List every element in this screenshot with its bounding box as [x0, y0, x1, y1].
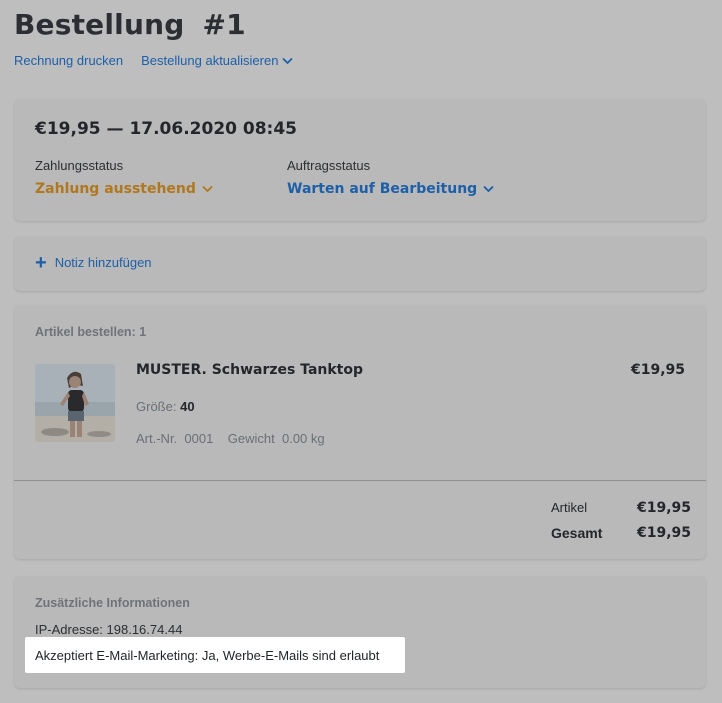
update-order-label: Bestellung aktualisieren	[141, 53, 279, 68]
product-size: Größe: 40	[136, 399, 195, 414]
marketing-consent: Akzeptiert E-Mail-Marketing: Ja, Werbe-E…	[35, 648, 380, 663]
order-summary-card: €19,95 — 17.06.2020 08:45 Zahlungsstatus…	[14, 99, 706, 221]
order-number: #1	[202, 8, 246, 41]
chevron-down-icon	[283, 57, 293, 64]
payment-status: Zahlungsstatus Zahlung ausstehend	[35, 158, 213, 197]
note-card: + Notiz hinzufügen	[14, 236, 706, 291]
total-row: Gesamt €19,95	[551, 525, 692, 541]
order-amount-date: €19,95 — 17.06.2020 08:45	[35, 119, 298, 139]
ip-address: IP-Adresse: 198.16.74.44	[35, 622, 183, 637]
chevron-down-icon	[483, 186, 494, 192]
payment-status-label: Zahlungsstatus	[35, 158, 124, 173]
subtotal-label: Artikel	[551, 500, 588, 515]
total-value: €19,95	[637, 525, 692, 541]
weight-label: Gewicht	[227, 431, 275, 446]
marketing-consent-highlight: Akzeptiert E-Mail-Marketing: Ja, Werbe-E…	[25, 637, 405, 673]
order-status-dropdown[interactable]: Warten auf Bearbeitung	[287, 181, 494, 197]
print-invoice-label: Rechnung drucken	[14, 53, 124, 68]
chevron-down-icon	[202, 186, 213, 192]
divider	[14, 480, 706, 481]
product-name: MUSTER. Schwarzes Tanktop	[136, 362, 364, 378]
subtotal-row: Artikel €19,95	[551, 500, 692, 516]
add-note-button[interactable]: + Notiz hinzufügen	[35, 251, 152, 274]
product-price: €19,95	[630, 362, 685, 378]
items-count-header: Artikel bestellen: 1	[35, 325, 147, 339]
payment-status-dropdown[interactable]: Zahlung ausstehend	[35, 181, 213, 197]
product-thumbnail	[35, 364, 115, 442]
update-order-dropdown[interactable]: Bestellung aktualisieren	[141, 53, 293, 68]
total-label: Gesamt	[551, 525, 603, 541]
payment-status-value: Zahlung ausstehend	[35, 181, 196, 197]
sku-label: Art.-Nr.	[136, 431, 178, 446]
product-meta: Art.-Nr. 0001 Gewicht 0.00 kg	[136, 431, 325, 446]
plus-icon: +	[35, 251, 47, 274]
order-status-label: Auftragsstatus	[287, 158, 371, 173]
order-status: Auftragsstatus Warten auf Bearbeitung	[287, 158, 494, 197]
page-title: Bestellung #1	[14, 8, 246, 41]
weight-value: 0.00 kg	[281, 431, 325, 446]
product-size-label: Größe:	[136, 399, 177, 414]
order-status-value: Warten auf Bearbeitung	[287, 181, 478, 197]
add-note-label: Notiz hinzufügen	[54, 255, 152, 270]
header-links: Rechnung drucken Bestellung aktualisiere…	[14, 53, 293, 68]
print-invoice-link[interactable]: Rechnung drucken	[14, 53, 123, 68]
subtotal-value: €19,95	[637, 500, 692, 516]
product-size-value: 40	[180, 399, 195, 414]
additional-info-header: Zusätzliche Informationen	[35, 596, 190, 610]
order-items-card: Artikel bestellen: 1 MUSTER. Schwarzes T…	[14, 305, 706, 559]
page-title-word: Bestellung	[14, 8, 185, 41]
sku-value: 0001	[184, 431, 214, 446]
